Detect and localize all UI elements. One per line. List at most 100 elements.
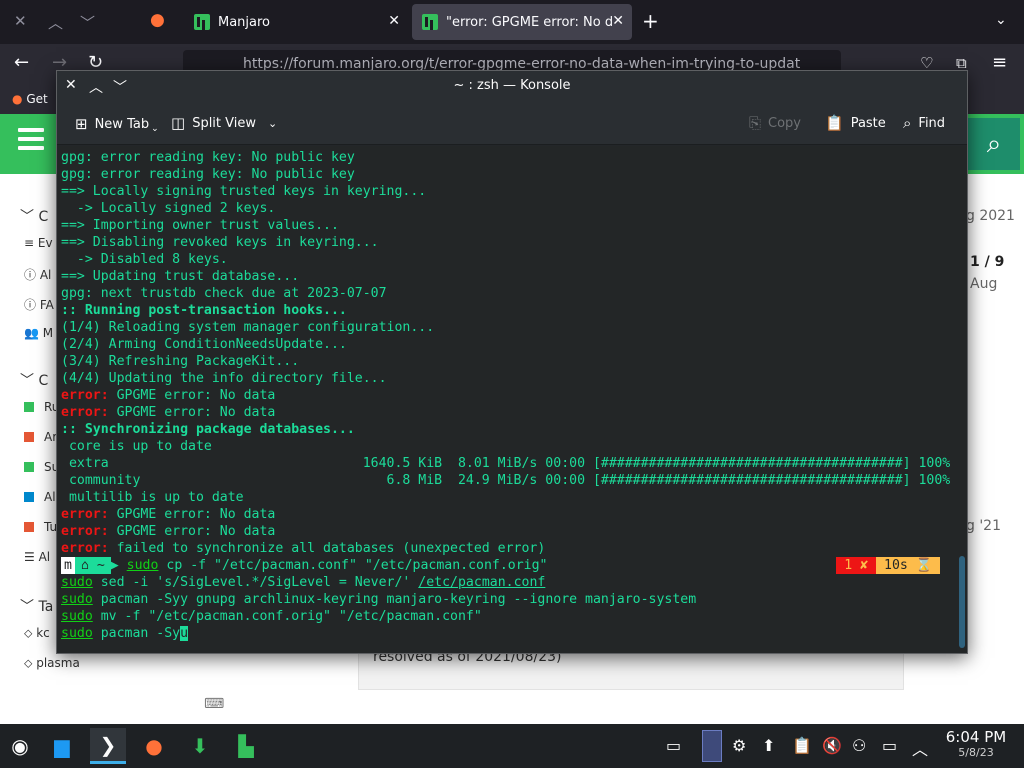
- taskbar: ◉ ▆ ❯ ● ⬇ ▙ ▭ ⚙ ⬆ 📋 🔇 ⚇ ▭ ︿ 6:04 PM 5/8/…: [0, 724, 1024, 768]
- list-all-tabs-icon[interactable]: ⌄: [995, 12, 1007, 28]
- timeline-month: Aug: [970, 276, 998, 292]
- sidebar-item[interactable]: ☰ Al: [24, 550, 50, 564]
- chevron-down-icon: ⌄: [268, 116, 278, 130]
- terminal-scrollbar[interactable]: [957, 146, 967, 653]
- text-cursor: u: [180, 626, 189, 641]
- keyboard-icon[interactable]: ▭: [666, 736, 681, 755]
- terminal-line: error: GPGME error: No data: [61, 506, 950, 523]
- error-message: GPGME error: No data: [108, 388, 276, 403]
- terminal-icon[interactable]: ❯: [90, 728, 126, 764]
- tab-manjaro[interactable]: Manjaro ✕: [184, 4, 408, 40]
- output-text: core is up to date: [61, 439, 212, 454]
- find-button[interactable]: ⌕ Find: [903, 114, 945, 132]
- category-color-swatch: [24, 492, 34, 502]
- close-tab-icon[interactable]: ✕: [612, 13, 624, 29]
- sidebar-section-chevron-icon[interactable]: ﹀ C: [20, 370, 48, 390]
- firefox-icon: ●: [150, 10, 165, 30]
- manjaro-prompt-icon: m: [61, 557, 75, 574]
- keyboard-icon[interactable]: ⌨: [204, 696, 224, 712]
- close-window-icon[interactable]: ✕: [14, 12, 27, 30]
- new-tab-icon[interactable]: +: [642, 9, 659, 33]
- command-sudo: sudo: [61, 609, 93, 624]
- firefox-tabbar: ✕ ︿ ﹀ ● Manjaro ✕ "error: GPGME error: N…: [0, 0, 1024, 44]
- manjaro-favicon-icon: [194, 14, 210, 30]
- command-sudo: sudo: [61, 626, 93, 641]
- terminal-line: (4/4) Updating the info directory file..…: [61, 370, 950, 387]
- error-prefix: error:: [61, 388, 109, 403]
- sidebar-item[interactable]: 👥 M: [24, 326, 53, 340]
- terminal-line: (2/4) Arming ConditionNeedsUpdate...: [61, 336, 950, 353]
- sidebar-item[interactable]: ⓘ FA: [24, 296, 54, 313]
- hamburger-menu-icon[interactable]: [18, 128, 44, 158]
- network-icon[interactable]: ⚙: [732, 736, 746, 755]
- copy-button[interactable]: ⎘ Copy: [749, 114, 801, 132]
- terminal-line: ==> Updating trust database...: [61, 268, 950, 285]
- copy-label: Copy: [768, 115, 801, 131]
- output-text: ==> Locally signing trusted keys in keyr…: [61, 184, 427, 199]
- sidebar-item[interactable]: ⓘ Al: [24, 266, 51, 283]
- bluetooth-icon[interactable]: ⚇: [852, 736, 866, 755]
- paste-icon: 📋: [825, 114, 844, 132]
- sidebar-tag[interactable]: ⬦ plasma: [24, 656, 80, 671]
- expand-tray-icon[interactable]: ︿: [912, 736, 928, 760]
- software-updater-icon[interactable]: ⬇: [182, 728, 218, 764]
- new-tab-button[interactable]: ⊞ New Tab ⌄: [75, 114, 159, 134]
- sidebar-item[interactable]: ≡ Ev: [24, 236, 53, 250]
- terminal-line: extra 1640.5 KiB 8.01 MiB/s 00:00 [#####…: [61, 455, 950, 472]
- output-text: community 6.8 MiB 24.9 MiB/s 00:00 [####…: [61, 473, 951, 488]
- output-text: (1/4) Reloading system manager configura…: [61, 320, 435, 335]
- firefox-icon[interactable]: ●: [136, 728, 172, 764]
- terminal-area[interactable]: gpg: error reading key: No public key gpg…: [57, 146, 957, 653]
- desktop-pager[interactable]: [702, 730, 722, 762]
- app-launcher-icon[interactable]: ◉: [2, 728, 38, 764]
- new-tab-label: New Tab: [94, 116, 150, 132]
- konsole-window: ✕ ︿ ﹀ ~ : zsh — Konsole ⊞ New Tab ⌄ ◫ Sp…: [56, 70, 968, 654]
- file-manager-icon[interactable]: ▆: [44, 728, 80, 764]
- scrollbar-thumb[interactable]: [959, 556, 965, 648]
- close-tab-icon[interactable]: ✕: [388, 13, 400, 29]
- sidebar-category[interactable]: Al: [44, 490, 56, 504]
- clock[interactable]: 6:04 PM 5/8/23: [940, 728, 1012, 759]
- category-color-swatch: [24, 522, 34, 532]
- command-text: pacman -Sy: [92, 626, 181, 641]
- manjaro-icon[interactable]: ▙: [228, 728, 264, 764]
- back-icon[interactable]: ←: [14, 52, 29, 73]
- terminal-line: sudo pacman -Syy gnupg archlinux-keyring…: [61, 591, 950, 608]
- terminal-line: gpg: error reading key: No public key: [61, 166, 950, 183]
- maximize-window-icon[interactable]: ︿: [48, 12, 63, 33]
- search-icon[interactable]: ⌕: [968, 118, 1020, 170]
- terminal-line: gpg: error reading key: No public key: [61, 149, 950, 166]
- updates-icon[interactable]: ⬆: [762, 736, 775, 755]
- prompt-line: m ⌂ ~ ▶ sudo cp -f "/etc/pacman.conf" "/et…: [61, 557, 950, 574]
- menu-icon[interactable]: ≡: [992, 52, 1007, 73]
- clipboard-icon[interactable]: 📋: [792, 736, 812, 755]
- sidebar-section-chevron-icon[interactable]: ﹀ C: [20, 206, 48, 226]
- split-view-icon: ◫: [171, 114, 186, 132]
- output-text: -> Locally signed 2 keys.: [61, 201, 276, 216]
- sidebar-section-chevron-icon[interactable]: ﹀ Ta: [20, 596, 53, 616]
- paste-button[interactable]: 📋 Paste: [825, 114, 886, 132]
- terminal-line: -> Disabled 8 keys.: [61, 251, 950, 268]
- minimize-window-icon[interactable]: ﹀: [80, 12, 95, 33]
- output-text: ==> Disabling revoked keys in keyring...: [61, 235, 379, 250]
- timeline-date: g 2021: [966, 208, 1015, 224]
- command-text: cp -f "/etc/pacman.conf" "/etc/pacman.co…: [158, 558, 548, 573]
- display-icon[interactable]: ▭: [882, 736, 897, 755]
- terminal-line: ==> Locally signing trusted keys in keyr…: [61, 183, 950, 200]
- window-title: ~ : zsh — Konsole: [453, 78, 571, 93]
- split-view-button[interactable]: ◫ Split View ⌄: [171, 114, 277, 132]
- sidebar-tag[interactable]: ⬦ kc: [24, 626, 50, 641]
- dropdown-icon: ⌄: [151, 124, 159, 134]
- find-icon: ⌕: [903, 114, 912, 132]
- terminal-line: core is up to date: [61, 438, 950, 455]
- desktop: ✕ ︿ ﹀ ● Manjaro ✕ "error: GPGME error: N…: [0, 0, 1024, 768]
- tab-gpgme-error[interactable]: "error: GPGME error: No d ✕: [412, 4, 632, 40]
- clock-time: 6:04 PM: [945, 728, 1007, 746]
- terminal-line: :: Synchronizing package databases...: [61, 421, 950, 438]
- terminal-line: :: Running post-transaction hooks...: [61, 302, 950, 319]
- mute-icon[interactable]: 🔇: [822, 736, 842, 755]
- command-text: sed -i 's/SigLevel.*/SigLevel = Never/': [92, 575, 419, 590]
- category-color-swatch: [24, 462, 34, 472]
- output-text: multilib is up to date: [61, 490, 244, 505]
- bookmark-item[interactable]: Get: [26, 92, 47, 106]
